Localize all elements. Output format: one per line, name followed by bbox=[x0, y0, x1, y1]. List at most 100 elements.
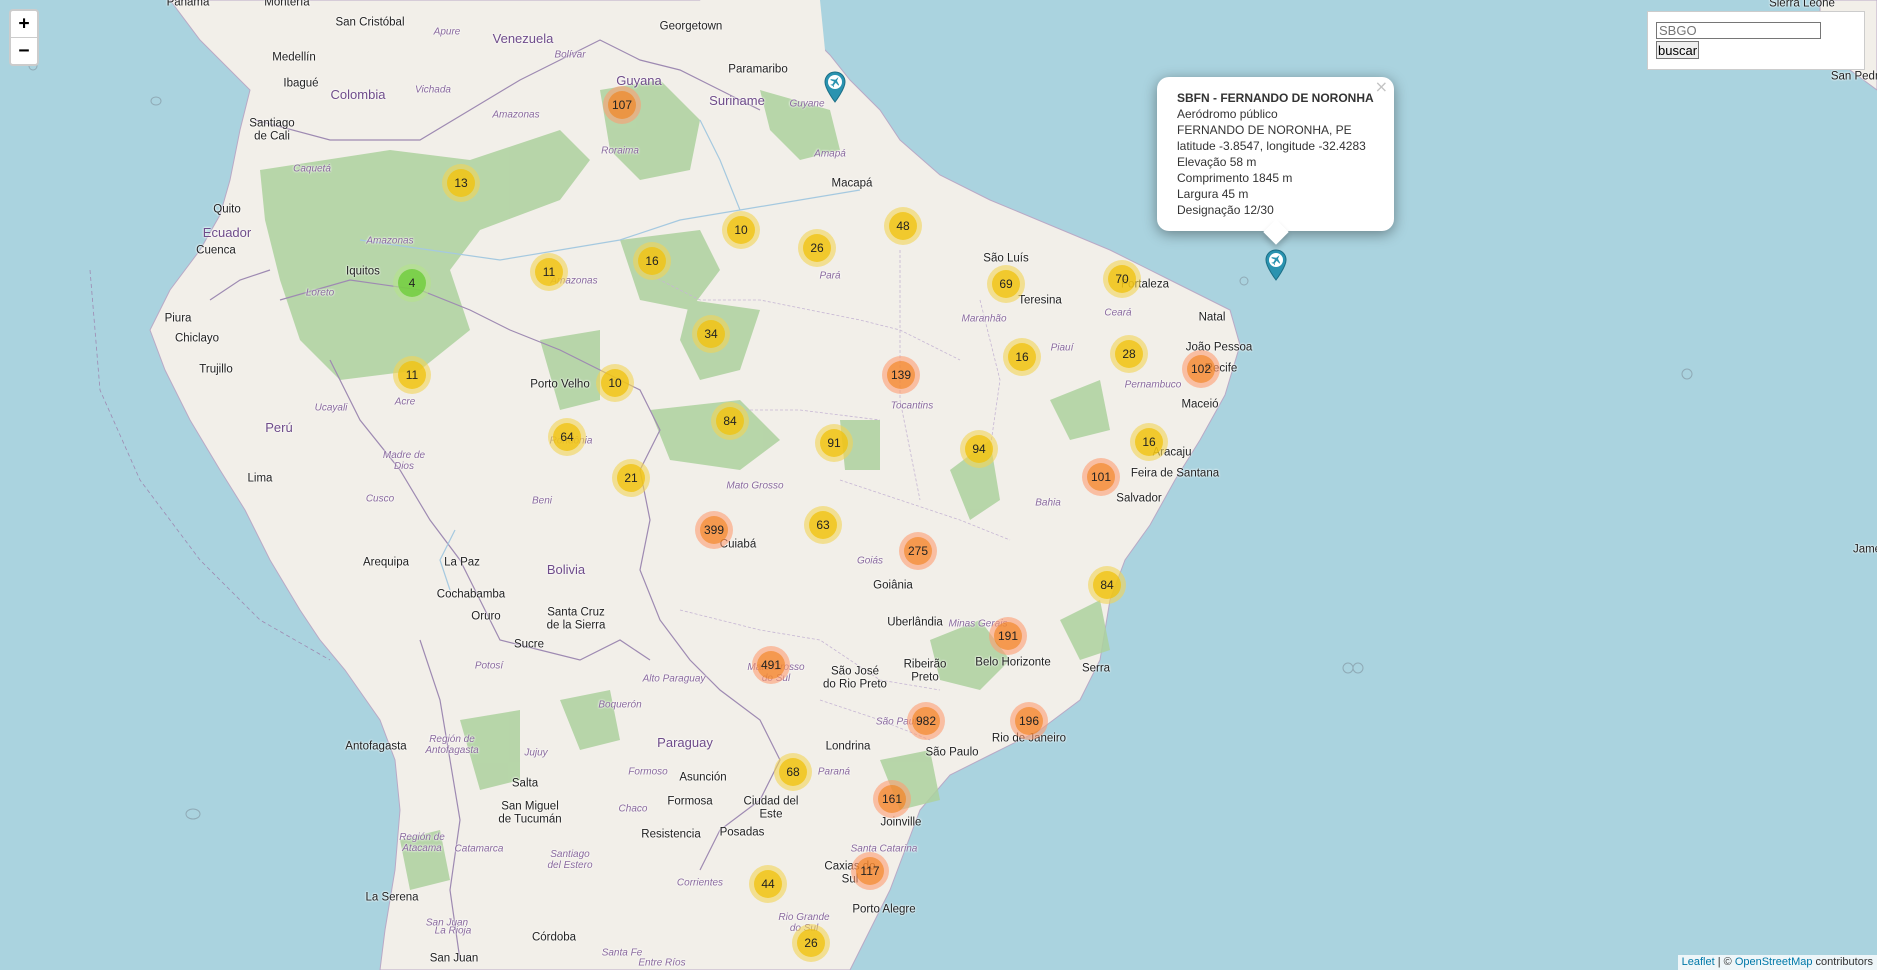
state-label: Santiago del Estero bbox=[547, 849, 593, 871]
state-label: Catamarca bbox=[454, 843, 504, 855]
marker-cluster[interactable]: 275 bbox=[899, 532, 937, 570]
search-button[interactable]: buscar bbox=[1656, 41, 1700, 59]
city-label: Serra bbox=[1081, 662, 1111, 675]
marker-cluster[interactable]: 70 bbox=[1103, 260, 1141, 298]
marker-cluster[interactable]: 68 bbox=[774, 753, 812, 791]
leaflet-link[interactable]: Leaflet bbox=[1682, 956, 1715, 968]
marker-cluster[interactable]: 94 bbox=[960, 430, 998, 468]
cluster-count: 63 bbox=[809, 511, 837, 539]
search-panel: buscar bbox=[1647, 11, 1865, 70]
marker-cluster[interactable]: 11 bbox=[393, 356, 431, 394]
city-label: Arequipa bbox=[362, 556, 410, 569]
city-label: Porto Velho bbox=[530, 378, 590, 391]
marker-cluster[interactable]: 101 bbox=[1082, 458, 1120, 496]
marker-cluster[interactable]: 117 bbox=[851, 852, 889, 890]
search-input[interactable] bbox=[1656, 22, 1821, 39]
marker-cluster[interactable]: 107 bbox=[603, 86, 641, 124]
osm-link[interactable]: OpenStreetMap bbox=[1735, 956, 1813, 968]
state-label: Jujuy bbox=[524, 747, 548, 759]
marker-cluster[interactable]: 16 bbox=[633, 242, 671, 280]
cluster-count: 11 bbox=[398, 361, 426, 389]
marker-cluster[interactable]: 4 bbox=[393, 264, 431, 302]
state-label: Apure bbox=[433, 26, 461, 38]
marker-cluster[interactable]: 28 bbox=[1110, 335, 1148, 373]
marker-cluster[interactable]: 10 bbox=[722, 211, 760, 249]
zoom-in-button[interactable]: + bbox=[11, 11, 37, 37]
state-label: Paraná bbox=[817, 766, 851, 778]
city-label: San Cristóbal bbox=[335, 16, 405, 29]
city-label: Posadas bbox=[719, 826, 765, 839]
city-label: San Pedro bbox=[1830, 70, 1877, 83]
country-label: Ecuador bbox=[202, 224, 252, 240]
airport-marker-sbfn[interactable] bbox=[1265, 249, 1287, 281]
marker-cluster[interactable]: 139 bbox=[882, 356, 920, 394]
marker-cluster[interactable]: 102 bbox=[1182, 350, 1220, 388]
marker-cluster[interactable]: 491 bbox=[752, 646, 790, 684]
marker-cluster[interactable]: 982 bbox=[907, 702, 945, 740]
city-label: Resistencia bbox=[641, 828, 701, 841]
city-label: Montería bbox=[264, 0, 310, 9]
city-label: Asunción bbox=[679, 771, 727, 784]
marker-cluster[interactable]: 13 bbox=[442, 164, 480, 202]
city-label: Ibagué bbox=[283, 77, 319, 90]
state-label: Bolívar bbox=[554, 49, 586, 61]
marker-cluster[interactable]: 26 bbox=[792, 924, 830, 962]
popup-line-designation: Designação 12/30 bbox=[1177, 203, 1274, 217]
city-label: La Paz bbox=[444, 556, 480, 569]
state-label: Región de Atacama bbox=[399, 832, 445, 854]
popup-close-button[interactable]: × bbox=[1375, 79, 1388, 95]
state-label: Beni bbox=[531, 495, 553, 507]
cluster-count: 26 bbox=[803, 234, 831, 262]
city-label: Feira de Santana bbox=[1130, 467, 1220, 480]
state-label: Cusco bbox=[365, 493, 395, 505]
marker-cluster[interactable]: 69 bbox=[987, 265, 1025, 303]
marker-cluster[interactable]: 91 bbox=[815, 424, 853, 462]
cluster-count: 139 bbox=[887, 361, 915, 389]
city-label: Uberlândia bbox=[887, 616, 943, 629]
marker-cluster[interactable]: 64 bbox=[548, 418, 586, 456]
cluster-count: 107 bbox=[608, 91, 636, 119]
marker-cluster[interactable]: 399 bbox=[695, 511, 733, 549]
cluster-count: 70 bbox=[1108, 265, 1136, 293]
cluster-count: 84 bbox=[1093, 571, 1121, 599]
marker-cluster[interactable]: 16 bbox=[1003, 338, 1041, 376]
marker-cluster[interactable]: 161 bbox=[873, 780, 911, 818]
country-label: Bolivia bbox=[546, 561, 586, 577]
zoom-out-button[interactable]: − bbox=[11, 37, 37, 64]
marker-cluster[interactable]: 196 bbox=[1010, 702, 1048, 740]
city-label: Londrina bbox=[825, 740, 871, 753]
state-label: Santa Fe bbox=[601, 947, 643, 959]
marker-cluster[interactable]: 44 bbox=[749, 865, 787, 903]
state-label: Bahia bbox=[1035, 497, 1061, 509]
marker-cluster[interactable]: 16 bbox=[1130, 423, 1168, 461]
city-label: Sierra Leone bbox=[1769, 0, 1835, 10]
attribution-separator: | © bbox=[1714, 956, 1735, 968]
cluster-count: 191 bbox=[994, 622, 1022, 650]
cluster-count: 16 bbox=[638, 247, 666, 275]
cluster-count: 28 bbox=[1115, 340, 1143, 368]
airport-marker-guyane[interactable] bbox=[824, 71, 846, 103]
cluster-count: 91 bbox=[820, 429, 848, 457]
marker-cluster[interactable]: 48 bbox=[884, 207, 922, 245]
marker-cluster[interactable]: 10 bbox=[596, 364, 634, 402]
cluster-count: 44 bbox=[754, 870, 782, 898]
marker-cluster[interactable]: 63 bbox=[804, 506, 842, 544]
marker-cluster[interactable]: 84 bbox=[1088, 566, 1126, 604]
marker-cluster[interactable]: 191 bbox=[989, 617, 1027, 655]
state-label: Pará bbox=[819, 270, 841, 282]
cluster-count: 16 bbox=[1135, 428, 1163, 456]
cluster-count: 68 bbox=[779, 758, 807, 786]
city-label: Santiago de Cali bbox=[249, 117, 295, 142]
marker-cluster[interactable]: 21 bbox=[612, 459, 650, 497]
popup-line-length: Comprimento 1845 m bbox=[1177, 171, 1293, 185]
marker-cluster[interactable]: 34 bbox=[692, 315, 730, 353]
marker-cluster[interactable]: 11 bbox=[530, 253, 568, 291]
state-label: Ceará bbox=[1104, 307, 1132, 319]
city-label: Lima bbox=[247, 472, 273, 485]
marker-cluster[interactable]: 84 bbox=[711, 402, 749, 440]
popup-line-location: FERNANDO DE NORONHA, PE bbox=[1177, 123, 1352, 137]
city-label: La Serena bbox=[365, 891, 419, 904]
marker-cluster[interactable]: 26 bbox=[798, 229, 836, 267]
map[interactable]: Apure Bolívar Amazonas Vichada Caquetá Amazon… bbox=[0, 0, 1877, 970]
city-label: Antofagasta bbox=[345, 740, 407, 753]
